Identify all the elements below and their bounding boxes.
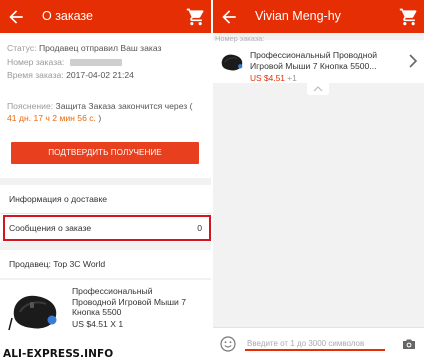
confirm-receipt-button[interactable]: ПОДТВЕРДИТЬ ПОЛУЧЕНИЕ [11,142,199,164]
back-arrow-icon[interactable] [219,7,239,27]
order-time-label: Время заказа: [7,70,64,80]
seller-label: Продавец: Top 3C World [9,259,106,269]
notice-close: ) [98,113,102,123]
page-title: О заказе [42,9,93,23]
gaming-mouse-thumb [218,51,246,73]
order-details-screen: О заказе Статус: Продавец отправил Ваш з… [0,0,211,362]
watermark: ALI-EXPRESS.INFO [3,348,114,360]
app-bar: Vivian Meng-hy [213,0,424,33]
camera-icon[interactable] [402,337,416,351]
gaming-mouse-image [6,290,64,332]
highlight-frame [3,215,211,241]
notice-row: Пояснение: Защита Заказа закончится чере… [7,101,192,111]
message-product-title: Профессиональный Проводной Игровой Мыши … [250,50,378,71]
product-price: US $4.51 X 1 [72,318,124,329]
order-number-row: Номер заказа: [7,57,122,67]
shopping-cart-icon[interactable] [399,7,419,27]
status-label: Статус: [7,43,37,53]
notice-row-2: 41 дн. 17 ч 2 мин 56 с. ) [7,113,101,123]
order-time-row: Время заказа: 2017-04-02 21:24 [7,70,134,80]
chat-order-number-label: Номер заказа: [215,34,265,43]
product-title: Профессиональный Проводной Игровой Мыши … [72,286,187,329]
status-row: Статус: Продавец отправил Ваш заказ [7,43,161,53]
order-number-label: Номер заказа: [7,57,65,67]
back-arrow-icon[interactable] [6,7,26,27]
protection-countdown: 41 дн. 17 ч 2 мин 56 с. [7,113,96,123]
message-input[interactable]: Введите от 1 до 3000 символов [247,339,364,348]
notice-label: Пояснение: [7,101,54,111]
app-bar: О заказе [0,0,211,33]
scroll-up-handle[interactable] [307,83,329,95]
order-product-message[interactable]: Профессиональный Проводной Игровой Мыши … [213,40,424,83]
chat-screen: Vivian Meng-hy Профессиональный Проводно… [213,0,424,362]
shopping-cart-icon[interactable] [186,7,206,27]
notice-text: Защита Заказа закончится через ( [55,101,193,111]
order-time-value: 2017-04-02 21:24 [66,70,134,80]
input-underline [245,349,385,351]
status-value: Продавец отправил Ваш заказ [38,43,162,53]
chevron-right-icon[interactable] [408,54,418,68]
message-product-price: US $4.51 +1 [250,73,297,83]
delivery-info-row[interactable]: Информация о доставке [0,185,211,213]
emoji-icon[interactable] [220,336,236,352]
order-number-masked [69,59,122,67]
seller-row[interactable]: Продавец: Top 3C World [0,250,211,278]
chat-partner-name: Vivian Meng-hy [255,9,341,23]
message-input-bar: Введите от 1 до 3000 символов [213,327,424,362]
delivery-info-label: Информация о доставке [9,194,108,204]
chevron-up-icon [313,86,323,92]
